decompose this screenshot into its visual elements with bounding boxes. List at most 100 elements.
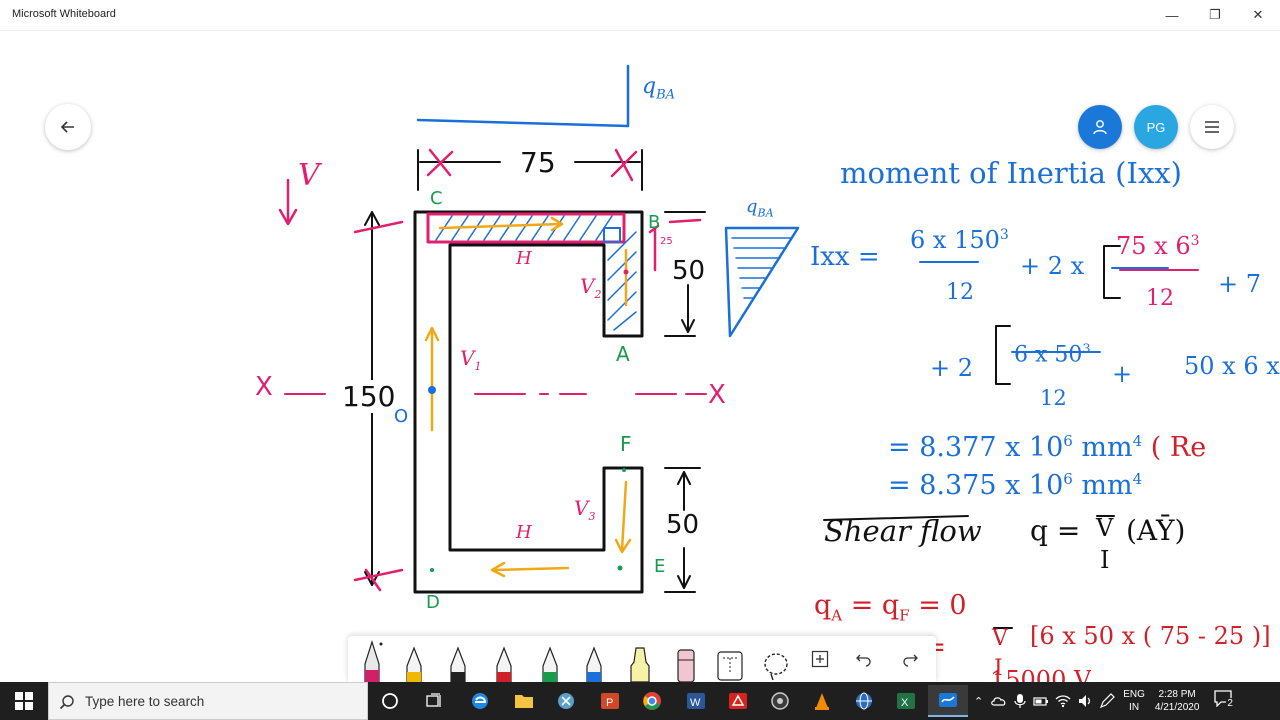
notification-center[interactable]: 2 xyxy=(1213,689,1237,713)
network-app[interactable] xyxy=(844,685,884,717)
chrome-icon xyxy=(643,692,661,710)
cloud-icon[interactable] xyxy=(991,693,1007,709)
corner-box xyxy=(603,227,621,243)
qb-frac-num: V xyxy=(992,626,1008,651)
start-button[interactable] xyxy=(4,685,44,717)
back-button[interactable] xyxy=(45,104,91,150)
ixx-term-b-num: 75 x 63 xyxy=(1116,232,1200,260)
blue-pen[interactable] xyxy=(576,636,612,682)
vlc-app[interactable] xyxy=(802,685,842,717)
shear-force-arrow xyxy=(278,178,298,226)
minimize-button[interactable]: — xyxy=(1150,0,1194,30)
pen-blue-icon xyxy=(586,646,602,682)
edge-app[interactable] xyxy=(460,685,500,717)
chrome-app[interactable] xyxy=(632,685,672,717)
svg-text:X: X xyxy=(901,697,909,709)
powerpoint-app[interactable]: P xyxy=(590,685,630,717)
ixx-line2-tail: 50 x 6 x xyxy=(1184,352,1280,380)
notes-heading: moment of Inertia (Ixx) xyxy=(840,156,1182,190)
cut-off-text: 15000 V xyxy=(990,666,1092,682)
powerpoint-icon: P xyxy=(601,693,619,709)
dim-25: 25 xyxy=(660,236,673,247)
eraser[interactable] xyxy=(668,636,704,682)
arrow-left-icon xyxy=(60,121,74,133)
whiteboard-app[interactable] xyxy=(928,685,968,717)
top-load-line xyxy=(416,64,630,128)
add-button[interactable] xyxy=(802,636,838,682)
language-indicator[interactable]: ENG IN xyxy=(1123,688,1145,714)
lasso[interactable] xyxy=(758,636,794,682)
excel-app[interactable]: X xyxy=(886,685,926,717)
label-q-ba-right: qBA xyxy=(746,196,774,220)
point-e: E xyxy=(654,556,666,577)
lasso-icon xyxy=(764,653,788,681)
taskbar-search[interactable]: Type here to search xyxy=(48,682,368,720)
clock[interactable]: 2:28 PM 4/21/2020 xyxy=(1155,688,1200,714)
settings-menu-button[interactable] xyxy=(1190,105,1234,149)
label-v3: V3 xyxy=(574,496,596,523)
label-h-bottom: H xyxy=(516,522,532,543)
snipping-icon xyxy=(558,693,574,709)
highlighter[interactable] xyxy=(622,636,658,682)
svg-text:P: P xyxy=(606,697,613,709)
svg-text:W: W xyxy=(690,697,701,709)
undo-icon xyxy=(856,654,871,667)
point-c: C xyxy=(430,188,443,209)
invite-button[interactable] xyxy=(1078,105,1122,149)
point-a: A xyxy=(616,342,630,366)
task-view-button[interactable] xyxy=(414,685,454,717)
close-button[interactable]: ✕ xyxy=(1236,0,1280,30)
inking-toolbar xyxy=(348,636,936,682)
search-icon xyxy=(59,695,74,710)
dim-lip-50-top: 50 xyxy=(672,256,706,286)
dim-lip-50-bottom: 50 xyxy=(666,510,700,540)
label-q-ba-top: qBA xyxy=(642,74,676,103)
axis-x-left: X xyxy=(255,372,273,402)
file-explorer-app[interactable] xyxy=(504,685,544,717)
word-app[interactable]: W xyxy=(676,685,716,717)
windows-logo-icon xyxy=(15,692,33,710)
microphone-icon[interactable] xyxy=(1013,693,1027,709)
clock-time: 2:28 PM xyxy=(1158,689,1196,700)
pen-tool[interactable] xyxy=(354,636,390,682)
obs-app[interactable] xyxy=(760,685,800,717)
chevron-up-icon[interactable]: ⌃ xyxy=(974,695,983,708)
whiteboard-icon xyxy=(939,693,957,707)
shear-flow-triangle xyxy=(724,226,800,338)
shear-flow-heading: Shear flow xyxy=(824,514,982,548)
whiteboard-canvas[interactable]: qBA 75 150 50 50 25 V C B A O F E D H H … xyxy=(0,30,1280,682)
battery-icon[interactable] xyxy=(1033,693,1049,709)
green-pen[interactable] xyxy=(532,636,568,682)
clock-date: 4/21/2020 xyxy=(1154,702,1200,713)
window-title: Microsoft Whiteboard xyxy=(12,8,116,20)
point-d: D xyxy=(426,592,440,613)
qa-qf-equation: qA = qF = 0 xyxy=(814,590,967,625)
globe-icon xyxy=(856,692,872,710)
notification-count: 2 xyxy=(1226,698,1234,709)
pen-yellow-icon xyxy=(406,646,422,682)
pen-workspace-icon[interactable] xyxy=(1099,693,1116,709)
pen-green-icon xyxy=(542,646,558,682)
point-f: F xyxy=(620,432,632,456)
edge-icon xyxy=(472,693,488,709)
volume-icon[interactable] xyxy=(1077,693,1093,709)
black-pen[interactable] xyxy=(440,636,476,682)
avatar[interactable]: PG xyxy=(1134,105,1178,149)
yellow-pen[interactable] xyxy=(396,636,432,682)
redo-icon xyxy=(903,654,918,667)
red-pen[interactable] xyxy=(486,636,522,682)
cortana-button[interactable] xyxy=(370,685,410,717)
ixx-line2-den: 12 xyxy=(1040,386,1067,410)
ruler-icon xyxy=(717,651,743,681)
redo-button[interactable] xyxy=(892,636,928,682)
ruler[interactable] xyxy=(712,636,748,682)
label-v1: V1 xyxy=(460,346,482,373)
undo-button[interactable] xyxy=(846,636,882,682)
wifi-icon[interactable] xyxy=(1055,693,1071,709)
ixx-plus-2x: + 2 x xyxy=(1020,252,1085,280)
pen-black-icon xyxy=(450,646,466,682)
maximize-button[interactable]: ❐ xyxy=(1193,0,1237,30)
point-o: O xyxy=(394,406,409,427)
snipping-app[interactable] xyxy=(546,685,586,717)
acrobat-app[interactable] xyxy=(718,685,758,717)
